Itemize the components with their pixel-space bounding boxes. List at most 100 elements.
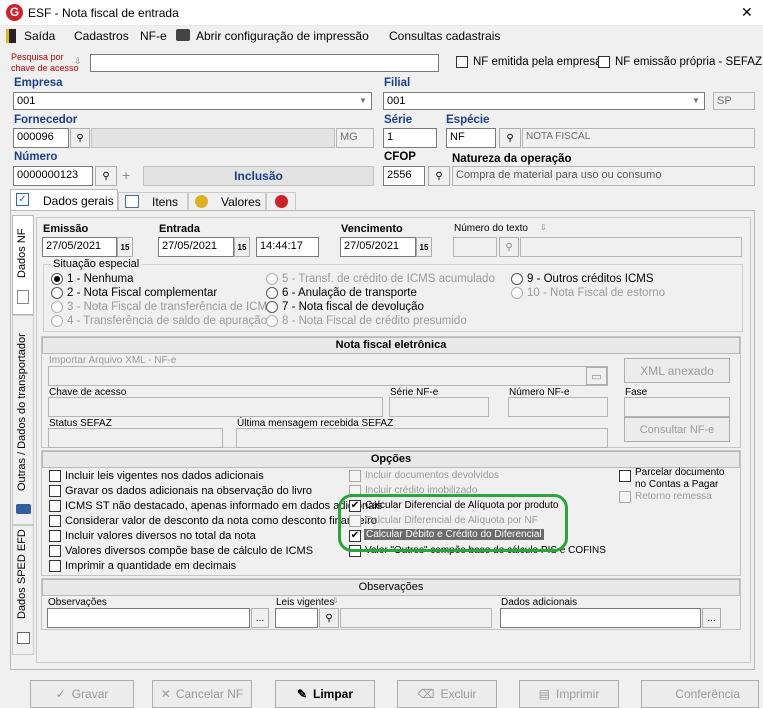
numero-input[interactable]: 0000000123: [13, 166, 93, 186]
document-icon: [17, 290, 29, 304]
opcao-icms-st-checkbox[interactable]: [49, 500, 61, 512]
side-tab-transportador[interactable]: Outras / Dados do transportador: [12, 315, 34, 525]
opcao-desconto-checkbox[interactable]: [49, 515, 61, 527]
folder-icon: ▭: [586, 367, 607, 385]
cancel-icon: ✕: [160, 687, 171, 701]
emissao-input[interactable]: 27/05/2021: [42, 237, 117, 257]
filial-select[interactable]: 001: [383, 92, 705, 110]
opcao-decimais-checkbox[interactable]: [49, 560, 61, 572]
dados-adicionais-ellipsis-button[interactable]: ...: [702, 608, 721, 628]
binoculars-icon[interactable]: ⚲: [70, 128, 90, 148]
gravar-button: ✓ Gravar: [30, 680, 134, 708]
side-tab-dados-nf[interactable]: Dados NF: [12, 215, 34, 315]
entrada-label: Entrada: [159, 223, 200, 235]
radio-5: [266, 273, 278, 285]
fornecedor-label: Fornecedor: [14, 114, 78, 126]
binoculars-icon[interactable]: ⚲: [428, 166, 450, 186]
radio-6[interactable]: [266, 287, 278, 299]
natureza-value: Compra de material para uso ou consumo: [452, 166, 755, 186]
menu-consultas[interactable]: Consultas cadastrais: [389, 29, 500, 43]
radio-6-label: 6 - Anulação de transporte: [282, 287, 417, 299]
opcao-icms-st-label: ICMS ST não destacado, apenas informado …: [65, 500, 383, 512]
situacao-title: Situação especial: [51, 258, 142, 270]
imprimir-label: Imprimir: [556, 687, 600, 701]
especie-input[interactable]: NF: [446, 128, 496, 148]
hora-input[interactable]: 14:44:17: [256, 237, 319, 257]
numero-label: Número: [14, 151, 58, 163]
tab-extra[interactable]: [266, 192, 296, 211]
side-tab-sped[interactable]: Dados SPED EFD: [12, 525, 34, 655]
nfe-title: Nota fiscal eletrônica: [42, 337, 740, 354]
menu-config-impressao[interactable]: Abrir configuração de impressão: [196, 29, 369, 43]
obs-title: Observações: [42, 579, 740, 596]
limpar-label: Limpar: [313, 687, 354, 701]
side-tab-sped-label: Dados SPED EFD: [16, 529, 28, 619]
add-icon[interactable]: +: [122, 167, 130, 183]
side-tab-transportador-label: Outras / Dados do transportador: [16, 333, 28, 491]
leis-input[interactable]: [275, 608, 318, 628]
binoculars-icon[interactable]: ⚲: [319, 608, 339, 628]
opcao-leis-checkbox[interactable]: [49, 470, 61, 482]
nf-emitida-label: NF emitida pela empresa: [473, 56, 602, 68]
radio-3-label: 3 - Nota Fiscal de transferência de ICMS: [67, 301, 275, 313]
observacoes-input[interactable]: [47, 608, 250, 628]
fornecedor-code[interactable]: 000096: [13, 128, 69, 148]
search-input[interactable]: [90, 54, 439, 72]
tab-itens[interactable]: Itens: [118, 192, 188, 211]
parcelar-checkbox[interactable]: [619, 470, 631, 482]
observacoes-ellipsis-button[interactable]: ...: [251, 608, 269, 628]
serie-nfe-input: [389, 397, 489, 417]
ultima-msg-input: [236, 428, 608, 448]
radio-1[interactable]: [51, 273, 63, 285]
serie-input[interactable]: 1: [383, 128, 437, 148]
nf-propria-checkbox[interactable]: [598, 56, 610, 68]
opcao-valores-total-label: Incluir valores diversos no total da not…: [65, 530, 256, 542]
search-label-line1: Pesquisa por: [11, 52, 64, 62]
fornecedor-name: [91, 128, 335, 148]
close-button[interactable]: ✕: [741, 4, 753, 21]
radio-7[interactable]: [266, 301, 278, 313]
radio-2[interactable]: [51, 287, 63, 299]
calendar-icon[interactable]: 15: [117, 237, 133, 257]
cfop-input[interactable]: 2556: [383, 166, 425, 186]
opcao-leis-label: Incluir leis vigentes nos dados adiciona…: [65, 470, 264, 482]
especie-label: Espécie: [446, 114, 490, 126]
side-tab-dados-nf-label: Dados NF: [16, 228, 28, 278]
title-bar: G ESF - Nota fiscal de entrada ✕: [0, 0, 763, 26]
printer-icon: [176, 29, 190, 41]
conferencia-label: Conferência: [675, 687, 740, 701]
vencimento-input[interactable]: 27/05/2021: [340, 237, 416, 257]
tab-dados-gerais[interactable]: ✓ Dados gerais: [10, 189, 118, 211]
radio-9-label: 9 - Outros créditos ICMS: [527, 273, 654, 285]
fase-input: [624, 397, 730, 417]
menu-nfe[interactable]: NF-e: [140, 29, 167, 43]
calendar-icon[interactable]: 15: [416, 237, 432, 257]
natureza-label: Natureza da operação: [452, 153, 572, 165]
emissao-label: Emissão: [43, 223, 89, 235]
excluir-button: ⌫ Excluir: [397, 680, 497, 708]
radio-7-label: 7 - Nota fiscal de devolução: [282, 301, 424, 313]
radio-4: [51, 315, 63, 327]
status-field: Inclusão: [143, 166, 374, 186]
tab-valores[interactable]: Valores: [188, 192, 266, 211]
radio-3: [51, 301, 63, 313]
calendar-icon[interactable]: 15: [234, 237, 250, 257]
nf-emitida-checkbox[interactable]: [456, 56, 468, 68]
radio-9[interactable]: [511, 273, 523, 285]
dados-adicionais-input[interactable]: [500, 608, 701, 628]
chave-input: [48, 397, 383, 417]
entrada-input[interactable]: 27/05/2021: [158, 237, 234, 257]
opcao-valores-total-checkbox[interactable]: [49, 530, 61, 542]
binoculars-icon[interactable]: ⚲: [499, 128, 521, 148]
menu-saida[interactable]: Saída: [24, 29, 55, 43]
menu-cadastros[interactable]: Cadastros: [74, 29, 129, 43]
limpar-button[interactable]: ✎ Limpar: [275, 680, 375, 708]
radio-dot: [54, 276, 60, 282]
empresa-select[interactable]: 001: [13, 92, 372, 110]
opcao-valores-icms-checkbox[interactable]: [49, 545, 61, 557]
binoculars-icon[interactable]: ⚲: [95, 166, 117, 186]
pen-icon: [17, 632, 30, 644]
search-label: Pesquisa por chave de acesso: [11, 52, 79, 74]
retorno-label: Retorno remessa: [635, 491, 712, 502]
opcao-gravar-checkbox[interactable]: [49, 485, 61, 497]
